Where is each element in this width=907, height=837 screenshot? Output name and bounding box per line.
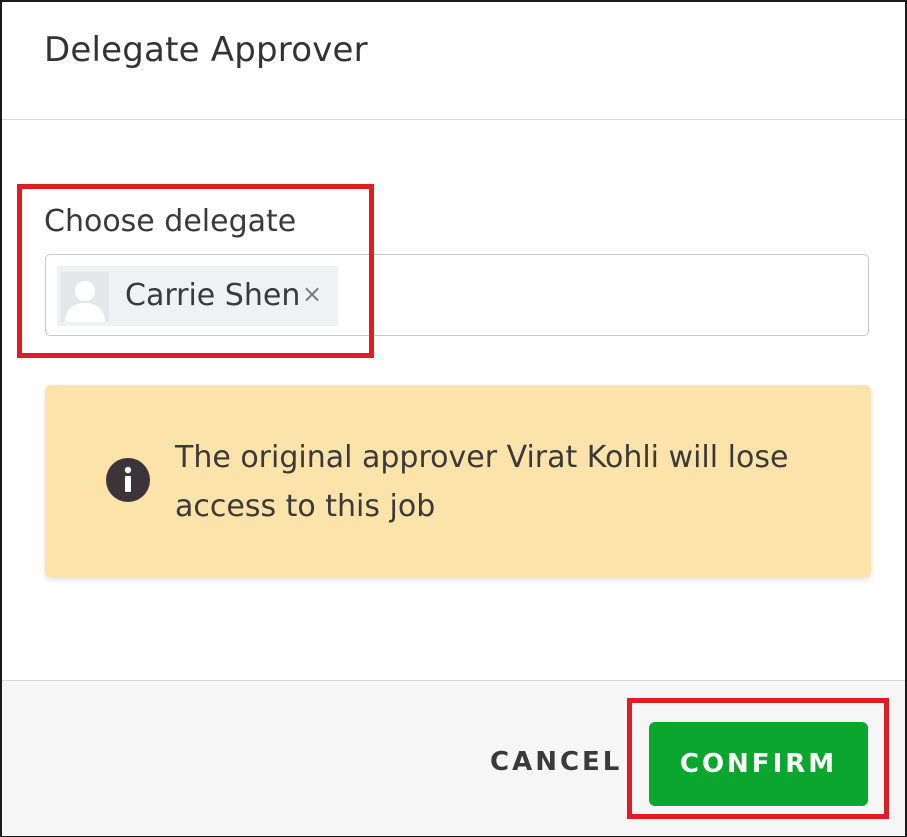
dialog-title: Delegate Approver — [44, 30, 368, 70]
selected-delegate-chip[interactable]: Carrie Shen × — [57, 266, 338, 326]
cancel-button[interactable]: CANCEL — [478, 739, 634, 785]
dialog-footer: CANCEL CONFIRM — [2, 680, 905, 836]
selected-delegate-name: Carrie Shen — [125, 278, 301, 313]
choose-delegate-label: Choose delegate — [44, 204, 297, 239]
info-icon — [105, 457, 151, 503]
notice-text: The original approver Virat Kohli will l… — [175, 440, 789, 524]
delegate-input[interactable]: Carrie Shen × — [45, 254, 869, 336]
user-placeholder-icon — [61, 272, 109, 322]
confirm-button[interactable]: CONFIRM — [649, 722, 868, 806]
remove-delegate-icon[interactable]: × — [302, 280, 322, 308]
notice-banner: The original approver Virat Kohli will l… — [45, 385, 871, 577]
delegate-approver-dialog: Delegate Approver Choose delegate Carrie… — [0, 0, 907, 837]
dialog-header: Delegate Approver — [2, 2, 905, 120]
